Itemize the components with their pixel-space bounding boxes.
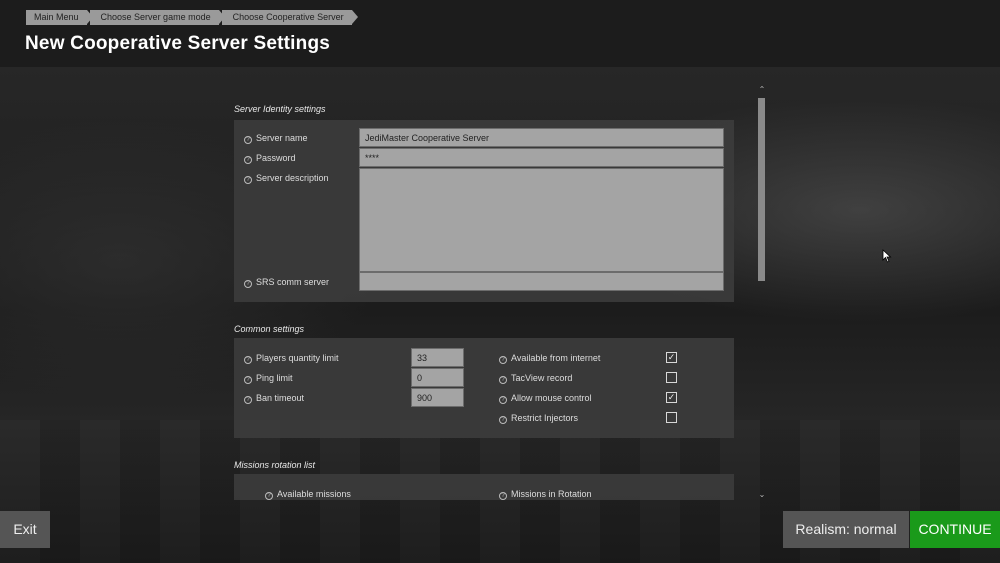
help-icon[interactable]: ? [265, 492, 273, 500]
section-title-missions-rotation: Missions rotation list [234, 460, 316, 470]
available-from-internet-label: ? Available from internet [499, 352, 600, 364]
breadcrumb-choose-server-game-mode[interactable]: Choose Server game mode [89, 10, 225, 25]
breadcrumb-main-menu[interactable]: Main Menu [26, 10, 93, 25]
page-title: New Cooperative Server Settings [25, 33, 331, 54]
exit-button[interactable]: Exit [0, 511, 50, 548]
help-icon[interactable]: ? [244, 356, 252, 364]
scrollbar-thumb[interactable] [758, 98, 765, 281]
password-label: ? Password [244, 152, 296, 164]
help-icon[interactable]: ? [244, 376, 252, 384]
help-icon[interactable]: ? [499, 376, 507, 384]
allow-mouse-control-label: ? Allow mouse control [499, 392, 592, 404]
realism-button[interactable]: Realism: normal [783, 511, 909, 548]
missions-in-rotation-label: ? Missions in Rotation [499, 488, 592, 500]
continue-button[interactable]: CONTINUE [910, 511, 1000, 548]
server-description-textarea[interactable] [359, 168, 724, 272]
help-icon[interactable]: ? [499, 492, 507, 500]
players-quantity-limit-input[interactable]: 33 [411, 348, 464, 367]
ban-timeout-label: ? Ban timeout [244, 392, 304, 404]
help-icon[interactable]: ? [499, 396, 507, 404]
ban-timeout-input[interactable]: 900 [411, 388, 464, 407]
server-identity-panel: ? Server name JediMaster Cooperative Serv… [234, 120, 734, 302]
tacview-record-checkbox[interactable] [666, 372, 677, 383]
help-icon[interactable]: ? [499, 416, 507, 424]
available-from-internet-checkbox[interactable]: ✓ [666, 352, 677, 363]
server-name-label: ? Server name [244, 132, 308, 144]
chevron-up-icon[interactable]: ⌃ [757, 85, 767, 95]
common-settings-panel: ? Players quantity limit 33 ? Ping limit 0… [234, 338, 734, 438]
server-name-input[interactable]: JediMaster Cooperative Server [359, 128, 724, 147]
srs-comm-server-label: ? SRS comm server [244, 276, 329, 288]
settings-scroll-area[interactable]: Server Identity settings ? Server name Je… [234, 96, 734, 500]
restrict-injectors-label: ? Restrict Injectors [499, 412, 578, 424]
section-title-server-identity: Server Identity settings [234, 104, 326, 114]
help-icon[interactable]: ? [244, 396, 252, 404]
scrollbar[interactable]: ⌃ ⌄ [757, 85, 767, 499]
chevron-down-icon[interactable]: ⌄ [757, 490, 767, 500]
help-icon[interactable]: ? [244, 176, 252, 184]
breadcrumb-choose-cooperative-server[interactable]: Choose Cooperative Server [221, 10, 358, 25]
missions-rotation-panel: ? Available missions ? Missions in Rotatio… [234, 474, 734, 500]
help-icon[interactable]: ? [244, 156, 252, 164]
tacview-record-label: ? TacView record [499, 372, 572, 384]
server-description-label: ? Server description [244, 172, 329, 184]
ping-limit-label: ? Ping limit [244, 372, 293, 384]
allow-mouse-control-checkbox[interactable]: ✓ [666, 392, 677, 403]
help-icon[interactable]: ? [244, 280, 252, 288]
mouse-cursor-icon [882, 249, 892, 263]
password-input[interactable]: **** [359, 148, 724, 167]
help-icon[interactable]: ? [244, 136, 252, 144]
restrict-injectors-checkbox[interactable] [666, 412, 677, 423]
players-quantity-limit-label: ? Players quantity limit [244, 352, 339, 364]
section-title-common-settings: Common settings [234, 324, 305, 334]
breadcrumb: Main Menu Choose Server game mode Choose… [26, 10, 358, 25]
help-icon[interactable]: ? [499, 356, 507, 364]
available-missions-label: ? Available missions [265, 488, 351, 500]
srs-comm-server-input[interactable] [359, 272, 724, 291]
ping-limit-input[interactable]: 0 [411, 368, 464, 387]
header-bar: Main Menu Choose Server game mode Choose… [0, 0, 1000, 67]
